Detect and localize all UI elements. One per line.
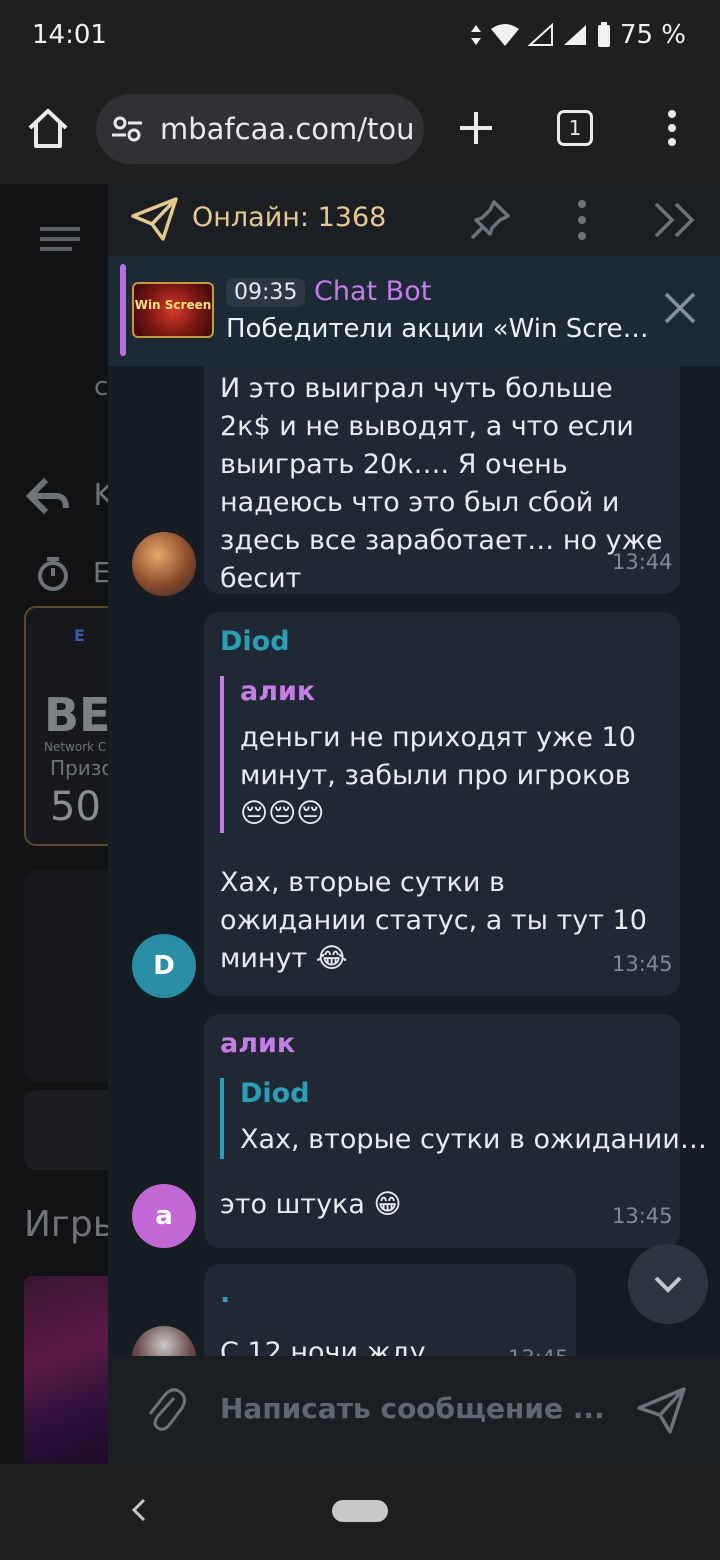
nav-back-icon[interactable] (126, 1492, 152, 1528)
browser-toolbar: mbafcaa.com/tou 1 (0, 72, 720, 184)
bg-card-logo: E (74, 626, 85, 645)
pinned-time: 09:35 (226, 278, 306, 307)
battery-level: 75 % (619, 20, 686, 50)
online-count: Онлайн: 1368 (192, 202, 387, 233)
message-text: И это выиграл чуть больше 2к$ и не вывод… (220, 373, 663, 594)
message-text: это штука 😁 (220, 1189, 402, 1220)
hamburger-icon[interactable] (40, 226, 80, 252)
status-time: 14:01 (32, 20, 107, 50)
message-bubble: И это выиграл чуть больше 2к$ и не вывод… (204, 366, 680, 594)
back-arrow-icon (25, 477, 69, 515)
chat-menu-icon[interactable] (572, 198, 592, 242)
pinned-accent-bar (120, 264, 126, 356)
message-time: 13:45 (612, 1204, 673, 1228)
collapse-chat-icon[interactable] (652, 200, 698, 240)
pinned-thumbnail-logo: Win Screen (134, 298, 212, 312)
bg-games-heading: Игры (24, 1204, 122, 1245)
home-icon[interactable] (26, 106, 70, 150)
pin-icon[interactable] (468, 198, 512, 242)
site-settings-icon[interactable] (112, 116, 142, 142)
attach-icon[interactable] (144, 1384, 188, 1436)
new-tab-icon[interactable] (456, 108, 496, 148)
address-bar[interactable]: mbafcaa.com/tou (96, 94, 424, 164)
status-icons: 75 % (470, 20, 686, 50)
message-bubble: . С 12 ночи жду тоже 13:45 (204, 1264, 576, 1356)
pinned-sender: Chat Bot (314, 276, 432, 307)
message-composer: Написать сообщение ... (108, 1356, 720, 1464)
status-bar: 14:01 75 % (0, 0, 720, 72)
send-icon[interactable] (636, 1384, 688, 1436)
chat-header: Онлайн: 1368 (108, 184, 720, 256)
avatar[interactable] (132, 1326, 196, 1356)
stopwatch-icon (38, 557, 68, 591)
avatar[interactable] (132, 532, 196, 596)
data-arrows-icon (470, 25, 481, 45)
bg-card-title: BE (44, 688, 111, 742)
home-gesture-pill[interactable] (332, 1500, 388, 1522)
close-icon[interactable] (662, 290, 698, 326)
scroll-to-bottom-button[interactable] (628, 1244, 708, 1324)
chat-panel: Онлайн: 1368 Win Screen 09:35 Chat Bot П… (108, 184, 720, 1464)
tab-switcher-button[interactable]: 1 (557, 110, 593, 146)
bg-card-network: Network C (44, 740, 107, 754)
quote-sender: алик (240, 676, 316, 707)
quote-text: Хах, вторые сутки в ожидании… (240, 1124, 707, 1155)
bg-text-fragment: c (94, 372, 109, 402)
quote-sender: Diod (240, 1078, 310, 1109)
message-text: Хах, вторые сутки в ожидании статус, а т… (220, 867, 647, 974)
message-list[interactable]: И это выиграл чуть больше 2к$ и не вывод… (108, 366, 720, 1356)
chevron-down-icon (654, 1276, 682, 1293)
reply-quote[interactable]: алик деньги не приходят уже 10 минут, за… (220, 676, 650, 833)
message-time: 13:44 (612, 550, 673, 574)
message-time: 13:45 (612, 952, 673, 976)
bg-timer: E (36, 556, 111, 592)
avatar[interactable]: D (132, 934, 196, 998)
pinned-message[interactable]: Win Screen 09:35 Chat Bot Победители акц… (108, 256, 720, 366)
battery-icon (597, 22, 610, 47)
telegram-plane-icon (131, 197, 178, 241)
message-time: 13:45 (508, 1346, 569, 1356)
message-sender: . (220, 1278, 231, 1309)
bg-card-prize: Призо (50, 756, 114, 780)
message-bubble: алик Diod Хах, вторые сутки в ожидании… … (204, 1014, 707, 1248)
wifi-icon (490, 24, 519, 46)
system-nav-bar (0, 1464, 720, 1560)
message-sender: Diod (220, 626, 290, 657)
bg-card-amount: 50 (50, 784, 101, 830)
pinned-text: Победители акции «Win Screen… (226, 314, 662, 344)
message-text: С 12 ночи жду тоже (220, 1337, 426, 1356)
message-input[interactable]: Написать сообщение ... (220, 1392, 605, 1425)
signal-icon (527, 23, 553, 46)
signal-full-icon (563, 25, 586, 45)
url-text: mbafcaa.com/tou (160, 112, 415, 146)
browser-menu-icon[interactable] (660, 108, 684, 148)
bg-back-link[interactable]: K (25, 474, 113, 518)
reply-quote[interactable]: Diod Хах, вторые сутки в ожидании… (220, 1078, 707, 1159)
message-bubble: Diod алик деньги не приходят уже 10 мину… (204, 612, 680, 996)
pinned-thumbnail: Win Screen (132, 282, 214, 338)
avatar[interactable]: a (132, 1184, 196, 1248)
quote-text: деньги не приходят уже 10 минут, забыли … (240, 722, 636, 829)
message-sender: алик (220, 1028, 296, 1059)
